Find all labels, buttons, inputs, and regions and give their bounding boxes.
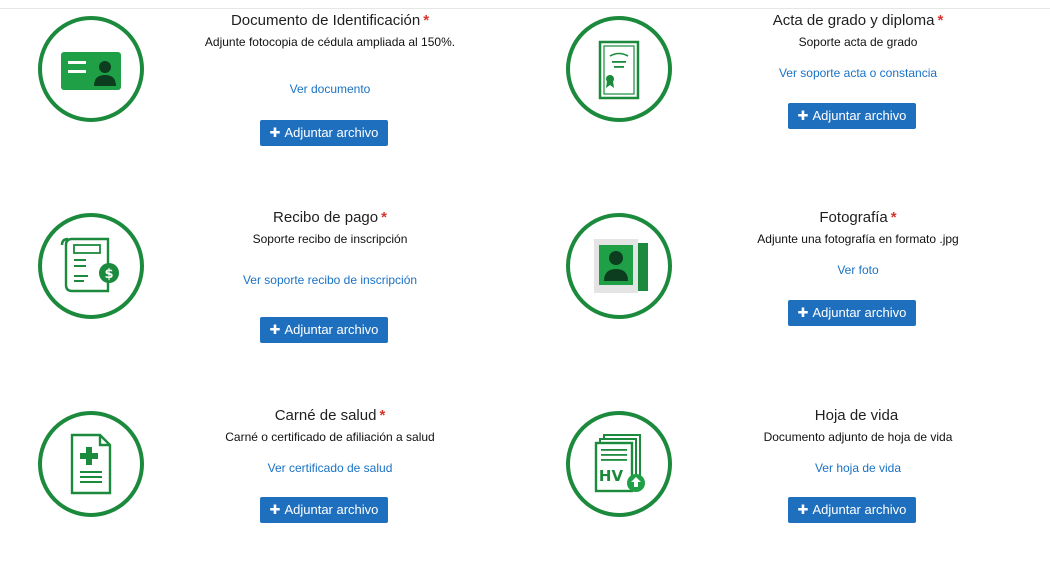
id-card-icon — [38, 16, 144, 122]
document-title: Acta de grado y diploma * — [772, 12, 944, 29]
view-foto-link[interactable]: Ver foto — [837, 262, 878, 278]
document-description: Soporte recibo de inscripción — [252, 232, 408, 246]
view-certificado-link[interactable]: Ver certificado de salud — [268, 460, 393, 476]
document-card-fotografia: Fotografía * Adjunte una fotografía en fo… — [528, 203, 1048, 363]
view-acta-link[interactable]: Ver soporte acta o constancia — [779, 65, 937, 81]
document-title: Hoja de vida — [814, 407, 899, 424]
document-card-recibo-pago: $ Recibo de pago * Soporte recibo de insc… — [0, 203, 520, 363]
document-description: Documento adjunto de hoja de vida — [763, 430, 953, 444]
document-card-acta-grado: Acta de grado y diploma * Soporte acta de… — [528, 6, 1048, 166]
required-mark: * — [379, 407, 386, 424]
document-description: Soporte acta de grado — [798, 35, 918, 49]
plus-icon: ✚ — [269, 125, 281, 140]
attach-file-button[interactable]: ✚ Adjuntar archivo — [788, 103, 916, 129]
view-recibo-link[interactable]: Ver soporte recibo de inscripción — [243, 272, 417, 288]
hv-text: HV — [599, 467, 624, 485]
document-card-carne-salud: Carné de salud * Carné o certificado de a… — [0, 401, 520, 561]
svg-text:$: $ — [104, 267, 113, 282]
attach-file-button[interactable]: ✚ Adjuntar archivo — [260, 317, 388, 343]
required-mark: * — [890, 209, 897, 226]
required-mark: * — [381, 209, 387, 226]
required-mark: * — [937, 12, 944, 29]
document-description: Adjunte fotocopia de cédula ampliada al … — [204, 35, 456, 49]
attach-file-button[interactable]: ✚ Adjuntar archivo — [788, 300, 916, 326]
document-card-identificacion: Documento de Identificación * Adjunte fot… — [0, 6, 520, 166]
attach-file-button[interactable]: ✚ Adjuntar archivo — [260, 497, 388, 523]
photo-icon — [566, 213, 672, 319]
resume-hv-icon: HV — [566, 411, 672, 517]
diploma-icon — [566, 16, 672, 122]
required-mark: * — [423, 12, 430, 29]
plus-icon: ✚ — [797, 502, 809, 517]
document-title: Documento de Identificación * — [230, 12, 430, 29]
attach-file-button[interactable]: ✚ Adjuntar archivo — [260, 120, 388, 146]
document-card-hoja-vida: HV Hoja de vida Documento adjunto de hoj… — [528, 401, 1048, 561]
plus-icon: ✚ — [269, 502, 281, 517]
plus-icon: ✚ — [269, 322, 281, 337]
document-description: Carné o certificado de afiliación a salu… — [225, 430, 435, 444]
document-description: Adjunte una fotografía en formato .jpg — [757, 232, 959, 246]
view-hoja-vida-link[interactable]: Ver hoja de vida — [815, 460, 901, 476]
attach-file-button[interactable]: ✚ Adjuntar archivo — [788, 497, 916, 523]
document-title: Recibo de pago * — [273, 209, 387, 226]
plus-icon: ✚ — [797, 108, 809, 123]
document-title: Fotografía * — [819, 209, 897, 226]
plus-icon: ✚ — [797, 305, 809, 320]
health-card-icon — [38, 411, 144, 517]
view-document-link[interactable]: Ver documento — [290, 81, 371, 97]
document-title: Carné de salud * — [274, 407, 386, 424]
receipt-icon: $ — [38, 213, 144, 319]
